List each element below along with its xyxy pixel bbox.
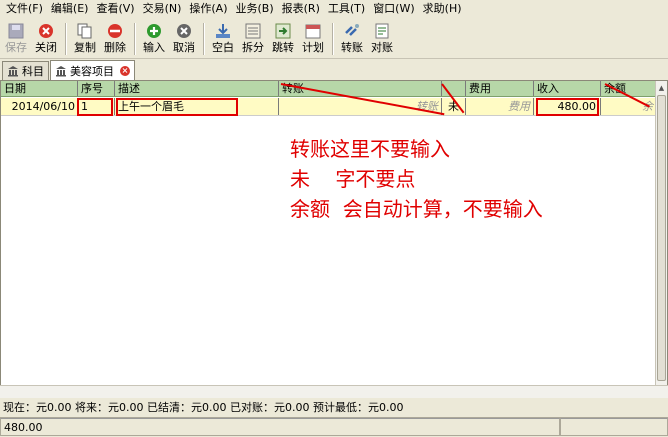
menu-file[interactable]: 文件(F) — [2, 0, 47, 18]
jump-button[interactable]: 跳转 — [268, 19, 298, 59]
col-expense[interactable]: 费用 — [466, 81, 534, 96]
enter-label: 输入 — [143, 41, 165, 54]
menu-transaction[interactable]: 交易(N) — [139, 0, 186, 18]
schedule-label: 计划 — [302, 41, 324, 54]
scrollbar-thumb[interactable] — [657, 95, 666, 381]
cell-expense[interactable]: 费用 — [466, 98, 534, 115]
cancel-label: 取消 — [173, 41, 195, 54]
toolbar-separator — [134, 23, 135, 55]
col-description[interactable]: 描述 — [115, 81, 279, 96]
transfer-icon — [343, 22, 361, 40]
save-icon — [7, 22, 25, 40]
status-value: 480.00 — [0, 418, 560, 436]
copy-icon — [76, 22, 94, 40]
jump-label: 跳转 — [272, 41, 294, 54]
toolbar-separator — [65, 23, 66, 55]
split-label: 拆分 — [242, 41, 264, 54]
highlight-num — [77, 98, 113, 116]
save-button[interactable]: 保存 — [1, 19, 31, 59]
menu-reports[interactable]: 报表(R) — [278, 0, 324, 18]
register-ledger: 日期 序号 描述 转账 费用 收入 余额 2014/06/10 1 上午一个眉毛… — [0, 80, 668, 398]
highlight-income — [536, 98, 599, 116]
horizontal-scrollbar[interactable] — [0, 385, 668, 398]
highlight-description — [116, 98, 238, 116]
reconcile-icon — [373, 22, 391, 40]
cancel-button[interactable]: 取消 — [169, 19, 199, 59]
delete-icon — [106, 22, 124, 40]
transfer-button[interactable]: 转账 — [337, 19, 367, 59]
cell-date[interactable]: 2014/06/10 — [1, 98, 78, 115]
calendar-icon — [304, 22, 322, 40]
annotation-line-1: 转账这里不要输入 — [290, 137, 450, 161]
menu-bar: 文件(F) 编辑(E) 查看(V) 交易(N) 操作(A) 业务(B) 报表(R… — [0, 0, 668, 18]
reconcile-label: 对账 — [371, 41, 393, 54]
status-bar: 480.00 — [0, 417, 668, 437]
download-icon — [214, 22, 232, 40]
ledger-header: 日期 序号 描述 转账 费用 收入 余额 — [1, 81, 656, 97]
close-button[interactable]: 关闭 — [31, 19, 61, 59]
enter-button[interactable]: 输入 — [139, 19, 169, 59]
scroll-up-icon[interactable]: ▲ — [657, 83, 666, 93]
menu-actions[interactable]: 操作(A) — [185, 0, 231, 18]
bank-icon — [55, 65, 67, 77]
split-button[interactable]: 拆分 — [238, 19, 268, 59]
menu-edit[interactable]: 编辑(E) — [47, 0, 93, 18]
tab-beauty-items[interactable]: 美容项目 × — [50, 60, 135, 80]
copy-button[interactable]: 复制 — [70, 19, 100, 59]
tab-beauty-items-label: 美容项目 — [70, 64, 114, 78]
copy-label: 复制 — [74, 41, 96, 54]
blank-label: 空白 — [212, 41, 234, 54]
col-income[interactable]: 收入 — [534, 81, 601, 96]
menu-help[interactable]: 求助(H) — [419, 0, 466, 18]
tab-accounts[interactable]: 科目 — [2, 61, 49, 80]
annotation-line-3: 余额 会自动计算，不要输入 — [290, 197, 543, 221]
vertical-scrollbar[interactable]: ▲ ▼ — [655, 81, 667, 397]
menu-business[interactable]: 业务(B) — [232, 0, 278, 18]
close-label: 关闭 — [35, 41, 57, 54]
close-icon — [37, 22, 55, 40]
col-balance[interactable]: 余额 — [601, 81, 656, 96]
transfer-label: 转账 — [341, 41, 363, 54]
toolbar-separator — [332, 23, 333, 55]
reconcile-button[interactable]: 对账 — [367, 19, 397, 59]
toolbar-separator — [203, 23, 204, 55]
bank-icon — [7, 65, 19, 77]
col-date[interactable]: 日期 — [1, 81, 78, 96]
tab-accounts-label: 科目 — [22, 65, 44, 78]
tab-bar: 科目 美容项目 × — [0, 60, 668, 80]
add-icon — [145, 22, 163, 40]
menu-view[interactable]: 查看(V) — [92, 0, 138, 18]
menu-windows[interactable]: 窗口(W) — [369, 0, 418, 18]
menu-tools[interactable]: 工具(T) — [324, 0, 369, 18]
cancel-icon — [175, 22, 193, 40]
split-icon — [244, 22, 262, 40]
close-tab-icon[interactable]: × — [120, 65, 130, 76]
blank-button[interactable]: 空白 — [208, 19, 238, 59]
delete-label: 删除 — [104, 41, 126, 54]
cell-transfer[interactable]: 转账 — [279, 98, 442, 115]
status-progress — [560, 418, 668, 436]
jump-icon — [274, 22, 292, 40]
schedule-button[interactable]: 计划 — [298, 19, 328, 59]
delete-button[interactable]: 删除 — [100, 19, 130, 59]
annotation-line-2: 未 字不要点 — [290, 167, 416, 191]
save-label: 保存 — [5, 41, 27, 54]
toolbar: 保存 关闭 复制 删除 输入 取消 空白 拆分 跳转 计划 转账 对账 — [0, 19, 668, 59]
col-num[interactable]: 序号 — [78, 81, 115, 96]
account-summary: 现在：元0.00 将来：元0.00 已结清：元0.00 已对账：元0.00 预计… — [0, 399, 668, 416]
